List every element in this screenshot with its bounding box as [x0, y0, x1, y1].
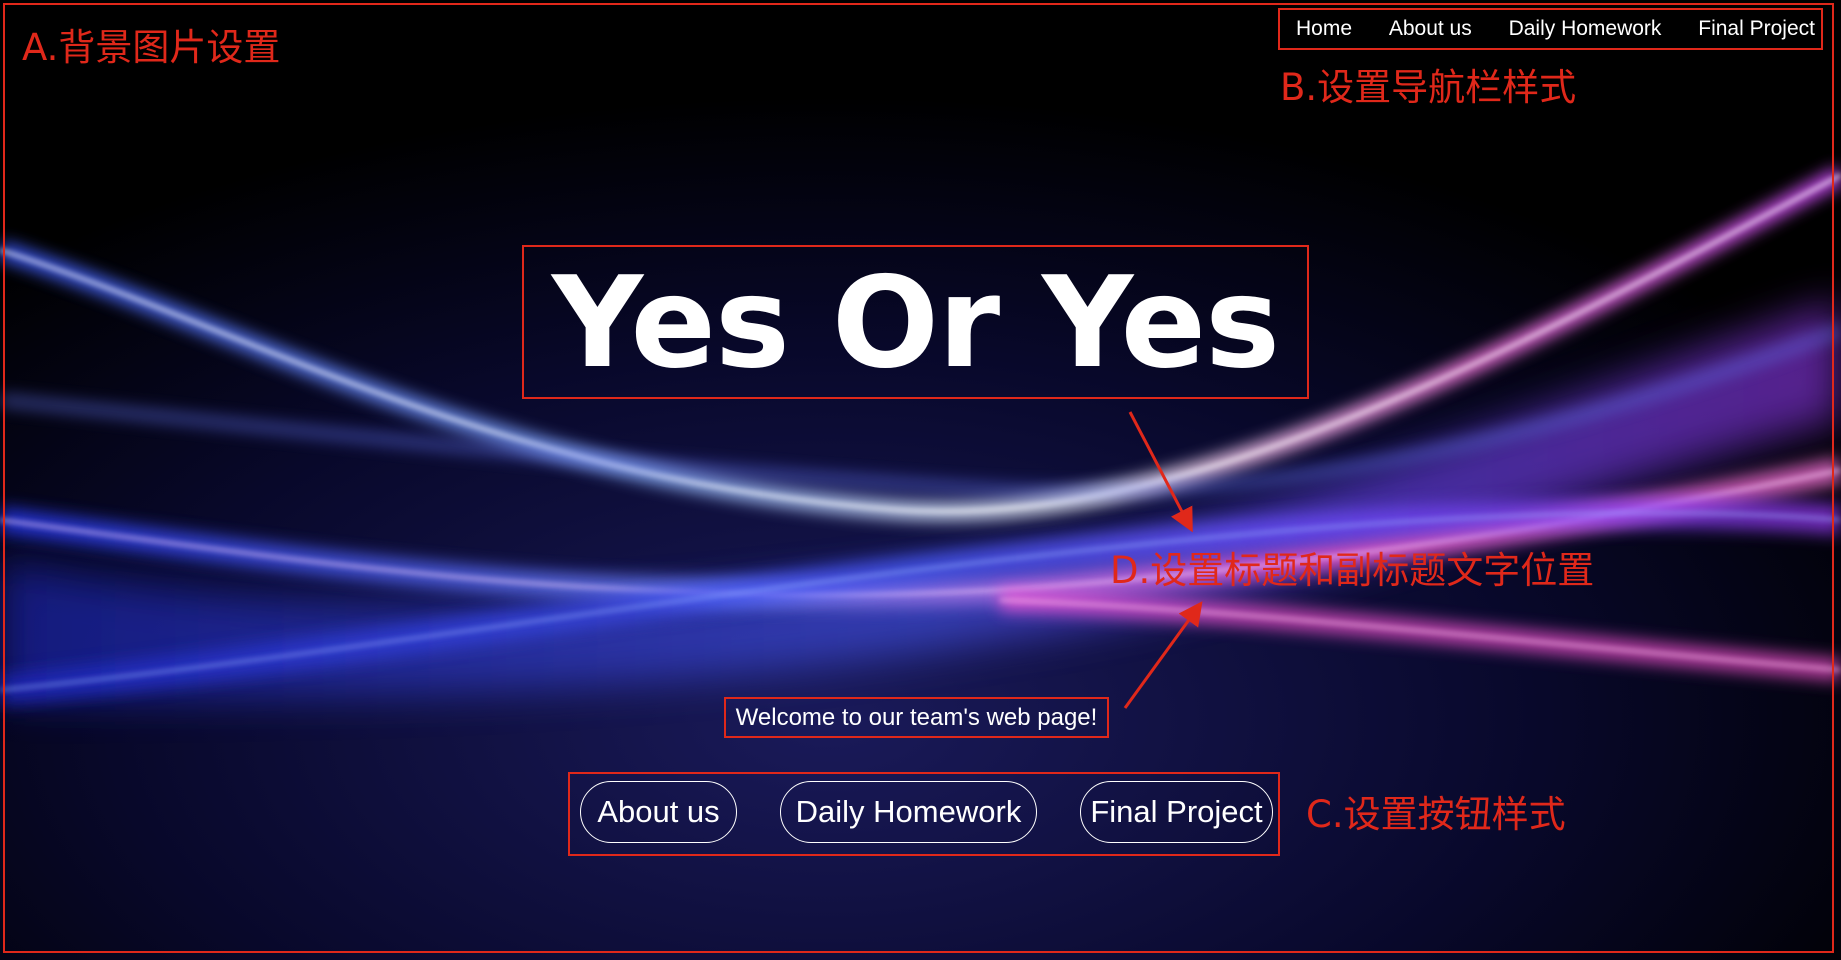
about-us-button[interactable]: About us	[580, 781, 737, 843]
nav-link-daily-homework[interactable]: Daily Homework	[1509, 17, 1662, 41]
top-navigation: Home About us Daily Homework Final Proje…	[1278, 8, 1823, 50]
page-subtitle: Welcome to our team's web page!	[735, 703, 1098, 731]
daily-homework-button[interactable]: Daily Homework	[780, 781, 1037, 843]
nav-link-final-project[interactable]: Final Project	[1698, 17, 1815, 41]
page-root: Home About us Daily Homework Final Proje…	[0, 0, 1841, 960]
nav-link-about-us[interactable]: About us	[1389, 17, 1472, 41]
annotation-label-a: A.背景图片设置	[22, 26, 281, 69]
annotation-label-c: C.设置按钮样式	[1306, 793, 1566, 836]
page-title: Yes Or Yes	[551, 248, 1280, 396]
nav-link-home[interactable]: Home	[1296, 17, 1352, 41]
final-project-button[interactable]: Final Project	[1080, 781, 1273, 843]
annotation-label-b: B.设置导航栏样式	[1280, 66, 1577, 109]
annotation-label-d: D.设置标题和副标题文字位置	[1110, 549, 1595, 592]
